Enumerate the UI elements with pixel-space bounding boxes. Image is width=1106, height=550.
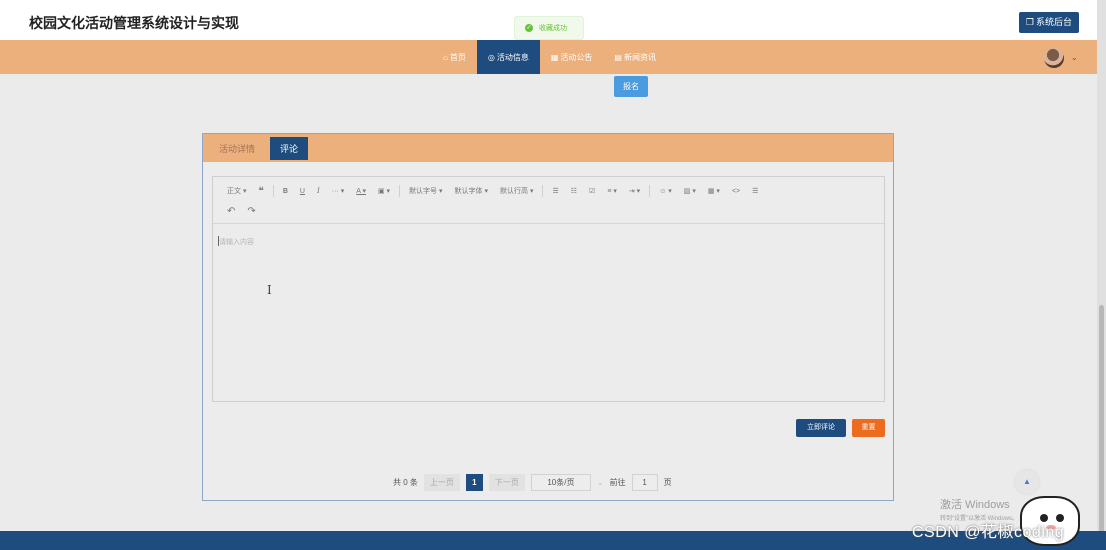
main-navbar: ⌂ 首页 ◎ 活动信息 ▦ 活动公告 ▤ 新闻资讯 [0, 40, 1106, 74]
check-circle-icon: ✓ [525, 24, 533, 32]
divider-line-icon[interactable]: ☰ [746, 187, 764, 195]
page-number-current[interactable]: 1 [465, 473, 483, 491]
goto-prefix: 前往 [609, 477, 626, 487]
success-toast: ✓ 收藏成功 [514, 16, 584, 40]
goto-suffix: 页 [663, 477, 672, 487]
nav-menu: ⌂ 首页 ◎ 活动信息 ▦ 活动公告 ▤ 新闻资讯 [432, 40, 667, 74]
pagination: 共 0 条 上一页 1 下一页 10条/页 ⌄ 前往 1 页 [393, 473, 672, 491]
caret-up-icon: ▲ [1023, 477, 1031, 486]
admin-backend-button[interactable]: ❐ 系统后台 [1018, 12, 1079, 33]
bulleted-list-icon[interactable]: ☰ [546, 187, 564, 195]
align-icon[interactable]: ≡ ▾ [601, 187, 623, 195]
line-height-label: 默认行高 [500, 188, 528, 195]
emoji-icon[interactable]: ☺ ▾ [653, 187, 678, 195]
toolbar-divider [399, 185, 401, 197]
toolbar-divider [649, 185, 651, 197]
more-label: ··· [331, 188, 339, 195]
line-height-select[interactable]: 默认行高 ▾ [494, 186, 539, 196]
font-size-label: 默认字号 [409, 188, 438, 195]
scrollbar-thumb[interactable] [1099, 305, 1104, 535]
font-family-select[interactable]: 默认字体 ▾ [449, 186, 494, 196]
target-icon: ◎ [487, 52, 495, 62]
chevron-down-icon[interactable]: ⌄ [1071, 53, 1078, 62]
tab-activity-detail[interactable]: 活动详情 [216, 137, 258, 160]
next-page-button[interactable]: 下一页 [488, 473, 525, 491]
editor-placeholder[interactable]: 请输入内容 [219, 237, 254, 247]
prev-page-button[interactable]: 上一页 [423, 473, 460, 491]
toolbar-divider [272, 185, 274, 197]
nav-item-label: 首页 [449, 52, 466, 62]
bold-icon[interactable]: B [277, 188, 294, 195]
image-icon[interactable]: ▨ ▾ [678, 187, 702, 195]
todo-list-icon[interactable]: ☑ [583, 187, 601, 195]
admin-backend-label: 系统后台 [1035, 17, 1072, 27]
chevron-down-icon[interactable]: ⌄ [597, 478, 604, 487]
italic-icon[interactable]: I [311, 187, 326, 195]
nav-item-label: 活动公告 [560, 52, 593, 62]
toast-message: 收藏成功 [539, 25, 567, 32]
page-size-select[interactable]: 10条/页 [530, 473, 591, 491]
indent-icon[interactable]: ⇥ ▾ [623, 187, 646, 195]
grid-icon: ▦ [550, 52, 559, 62]
rich-text-editor: 正文 ▾ ❝ B U I ··· ▾ A ▾ ▣ ▾ 默认字号 ▾ 默认字体 ▾… [212, 176, 885, 402]
avatar[interactable] [1044, 48, 1064, 68]
toolbar-row-2: ↶ ↷ [221, 201, 876, 221]
nav-item-label: 新闻资讯 [623, 52, 656, 62]
signup-button[interactable]: 报名 [614, 76, 648, 97]
nav-item-activity-info[interactable]: ◎ 活动信息 [476, 40, 540, 74]
pagination-total: 共 0 条 [393, 477, 418, 487]
csdn-watermark: CSDN @花椒coding [912, 524, 1065, 541]
toolbar-row-1: 正文 ▾ ❝ B U I ··· ▾ A ▾ ▣ ▾ 默认字号 ▾ 默认字体 ▾… [221, 181, 876, 201]
background-color-icon[interactable]: ▣ ▾ [372, 187, 396, 195]
font-color-icon[interactable]: A ▾ [350, 187, 372, 195]
copy-icon: ❐ [1025, 17, 1034, 27]
font-family-label: 默认字体 [454, 188, 483, 195]
submit-comment-button[interactable]: 立即评论 [796, 419, 846, 437]
code-icon[interactable]: <> [726, 188, 746, 195]
ibeam-cursor-icon: I [267, 283, 272, 297]
underline-icon[interactable]: U [294, 188, 311, 195]
redo-icon[interactable]: ↷ [241, 206, 261, 217]
font-color-label: A [356, 188, 361, 195]
home-icon: ⌂ [443, 52, 448, 62]
paragraph-label: 正文 [227, 188, 241, 195]
goto-page-input[interactable]: 1 [631, 473, 658, 491]
tab-comment[interactable]: 评论 [270, 136, 309, 160]
paragraph-select[interactable]: 正文 ▾ [221, 186, 252, 196]
reset-button[interactable]: 重置 [852, 419, 885, 437]
detail-panel: 活动详情 评论 正文 ▾ ❝ B U I ··· ▾ A ▾ ▣ ▾ 默认字号 … [202, 133, 894, 501]
nav-item-label: 活动信息 [496, 52, 529, 62]
table-icon[interactable]: ▦ ▾ [702, 187, 726, 195]
back-to-top-button[interactable]: ▲ [1015, 470, 1039, 494]
toolbar-divider [542, 185, 544, 197]
site-title: 校园文化活动管理系统设计与实现 [29, 15, 239, 31]
editor-toolbar: 正文 ▾ ❝ B U I ··· ▾ A ▾ ▣ ▾ 默认字号 ▾ 默认字体 ▾… [213, 177, 884, 224]
nav-item-home[interactable]: ⌂ 首页 [432, 40, 477, 74]
panel-tabs: 活动详情 评论 [203, 134, 893, 162]
font-size-select[interactable]: 默认字号 ▾ [403, 186, 448, 196]
undo-icon[interactable]: ↶ [221, 206, 241, 217]
news-icon: ▤ [614, 52, 622, 62]
more-format-button[interactable]: ··· ▾ [326, 187, 350, 195]
page-scrollbar[interactable] [1097, 0, 1106, 550]
quote-icon[interactable]: ❝ [252, 186, 269, 197]
numbered-list-icon[interactable]: ☷ [565, 187, 583, 195]
activation-title: 激活 Windows [940, 499, 1010, 511]
nav-item-announcements[interactable]: ▦ 活动公告 [540, 40, 604, 74]
nav-item-news[interactable]: ▤ 新闻资讯 [603, 40, 667, 74]
